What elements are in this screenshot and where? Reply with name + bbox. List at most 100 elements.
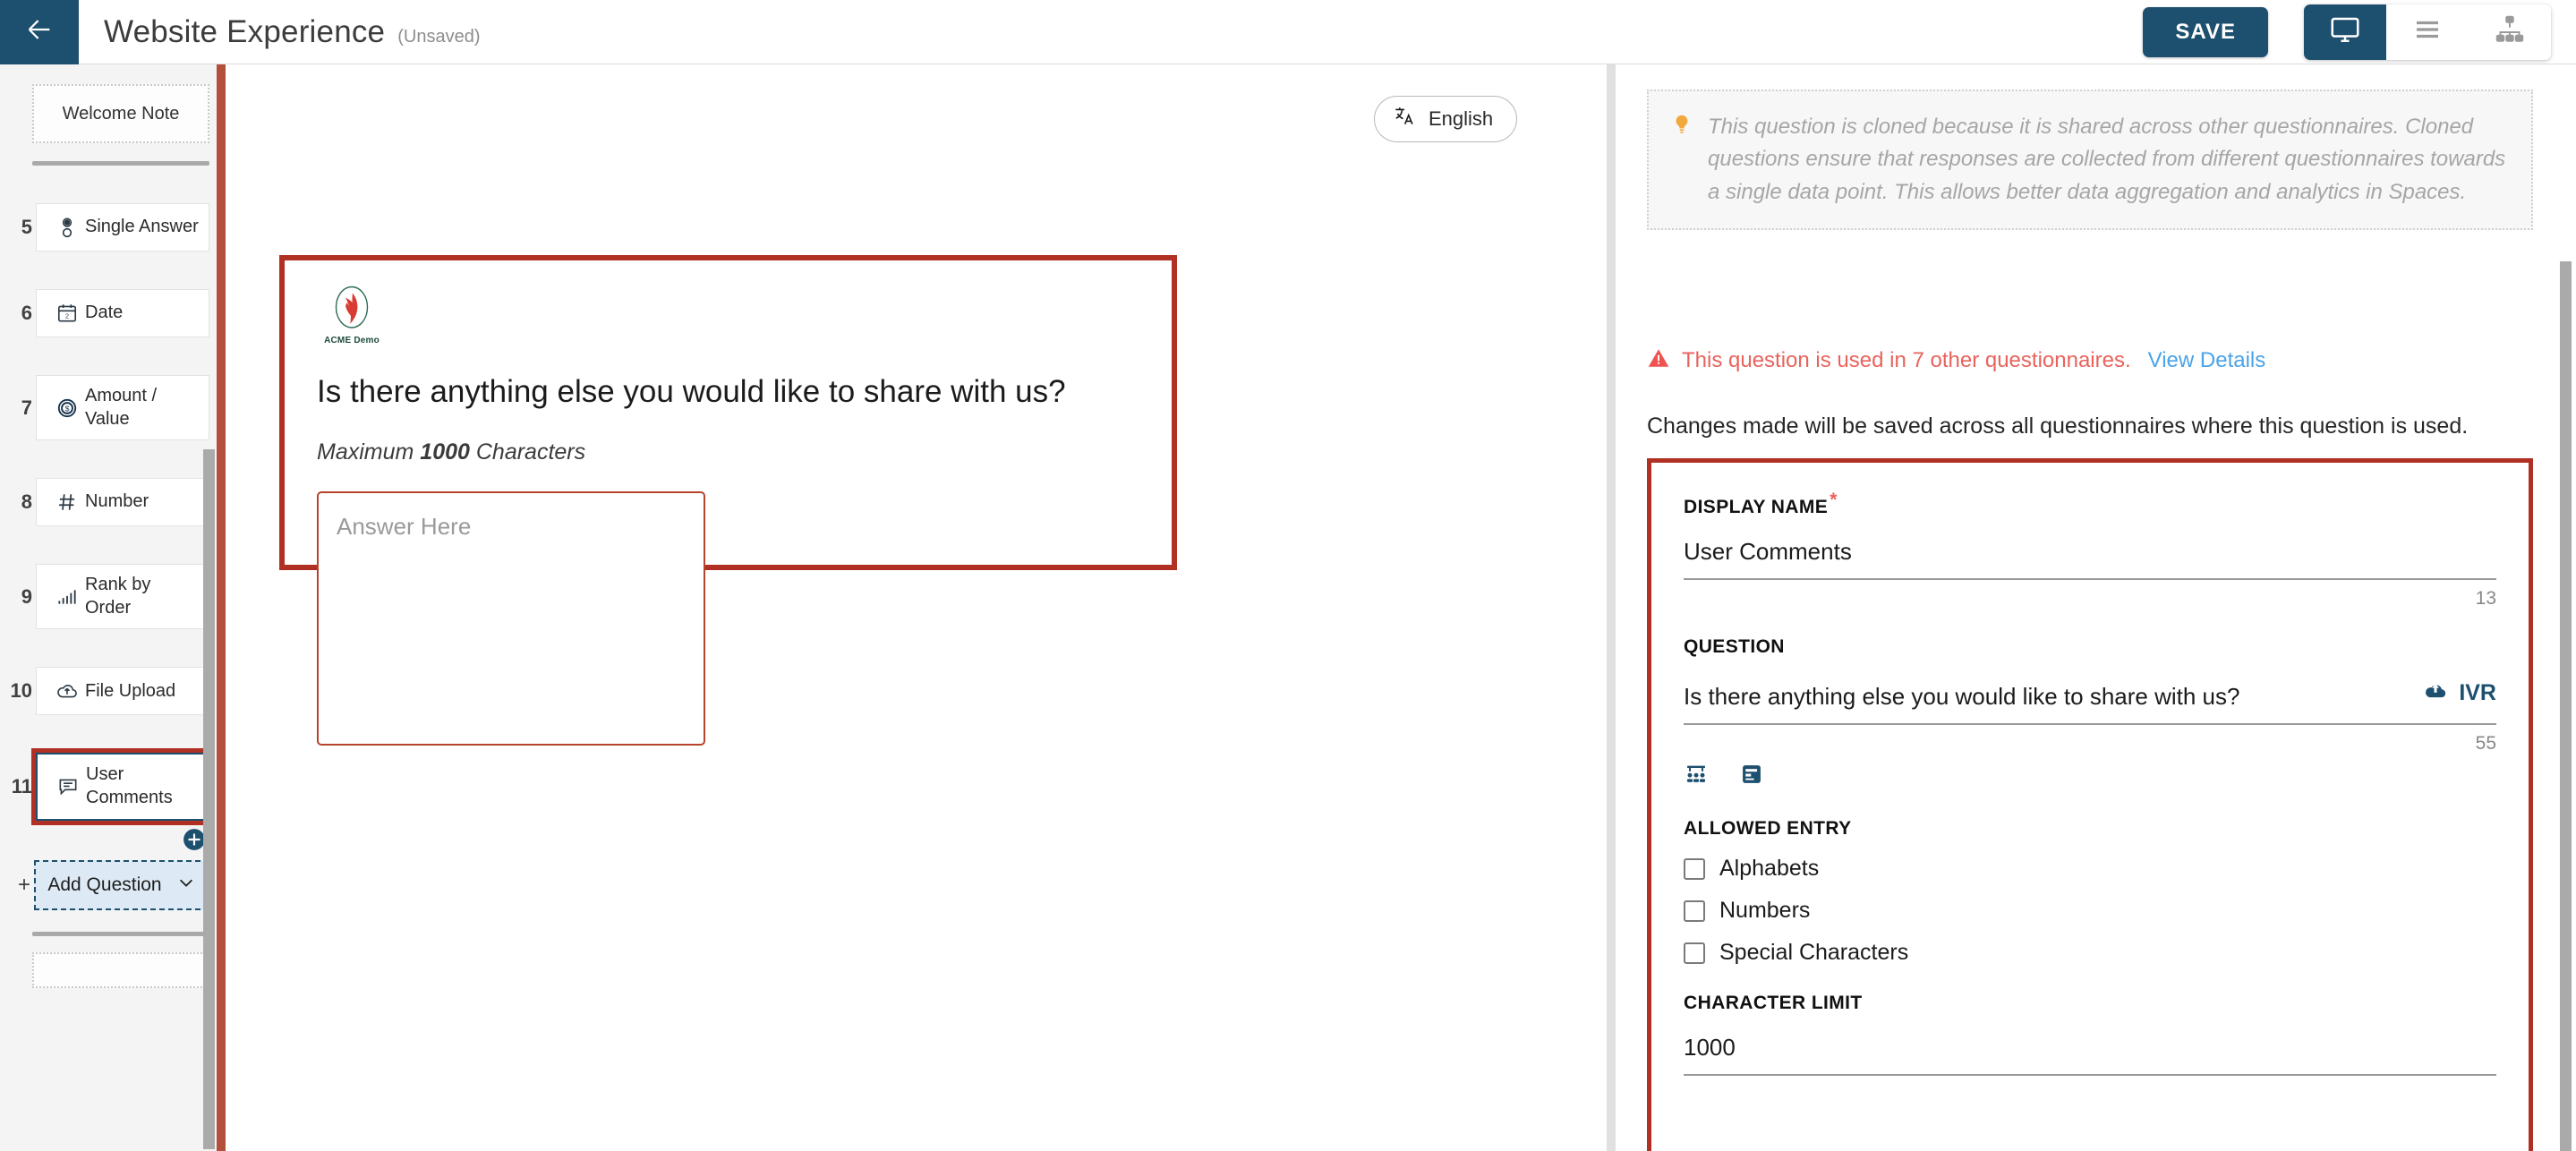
- sidebar-scrollbar[interactable]: [203, 449, 215, 1149]
- sidebar-item-end-note[interactable]: [32, 951, 209, 988]
- usage-warning-text: This question is used in 7 other questio…: [1682, 347, 2131, 372]
- language-label: English: [1429, 107, 1494, 130]
- page-title: Website Experience: [104, 13, 386, 49]
- svg-text:2: 2: [65, 311, 69, 320]
- checkbox-special-characters[interactable]: [1684, 942, 1705, 964]
- checkbox-row-numbers[interactable]: Numbers: [1684, 898, 2496, 924]
- checkbox-row-alphabets[interactable]: Alphabets: [1684, 856, 2496, 882]
- ivr-label: IVR: [2459, 680, 2496, 705]
- preview-hint: Maximum 1000 Characters: [317, 439, 585, 465]
- character-limit-section: CHARACTER LIMIT 1000: [1684, 993, 2496, 1076]
- character-limit-value: 1000: [1684, 1034, 1736, 1061]
- view-mode-flow-view[interactable]: [2469, 4, 2551, 60]
- sidebar-item-amount-value[interactable]: $ Amount / Value: [36, 375, 209, 441]
- title-group: Website Experience (Unsaved): [104, 14, 481, 50]
- question-number: 10: [10, 679, 32, 703]
- sidebar-item-file-upload[interactable]: File Upload: [36, 667, 209, 716]
- question-input[interactable]: Is there anything else you would like to…: [1684, 678, 2496, 725]
- ivr-button[interactable]: IVR: [2423, 678, 2496, 711]
- display-name-input[interactable]: User Comments: [1684, 538, 2496, 580]
- list-item: 8 Number: [0, 478, 226, 527]
- sidebar-item-welcome-note[interactable]: Welcome Note: [32, 84, 209, 143]
- checkbox-alphabets[interactable]: [1684, 857, 1705, 880]
- question-sidebar: Welcome Note 5 Single Answer 6 2 Date 7 …: [0, 64, 226, 1151]
- question-number: 5: [21, 216, 32, 238]
- preview-answer-textarea[interactable]: Answer Here: [317, 491, 705, 746]
- question-number: 8: [21, 490, 32, 514]
- sidebar-highlight-strip: [217, 64, 226, 1151]
- arrow-left-icon: [24, 14, 55, 49]
- svg-text:$: $: [65, 404, 70, 413]
- add-question-row: + Add Question: [0, 859, 226, 910]
- question-label: QUESTION: [1684, 636, 1785, 657]
- coin-dollar-icon: $: [49, 396, 85, 420]
- settings-panel-scrollbar[interactable]: [2560, 261, 2572, 1151]
- view-mode-group: [2304, 4, 2551, 60]
- save-button[interactable]: SAVE: [2143, 6, 2268, 57]
- sidebar-divider-bottom: [32, 931, 209, 936]
- preview-area: English ACME Demo Is there anything else…: [228, 64, 1607, 1151]
- sidebar-item-label: Single Answer: [85, 217, 199, 237]
- question-section: QUESTION Is there anything else you woul…: [1684, 636, 2496, 791]
- checkbox-numbers[interactable]: [1684, 899, 1705, 922]
- question-form: DISPLAY NAME* User Comments 13 QUESTION …: [1647, 458, 2533, 1151]
- question-char-count: 55: [2475, 733, 2496, 754]
- required-marker: *: [1830, 490, 1838, 510]
- sidebar-item-label: User Comments: [86, 764, 173, 807]
- view-details-link[interactable]: View Details: [2148, 348, 2266, 373]
- question-number: 9: [21, 584, 32, 608]
- checkbox-label: Special Characters: [1719, 940, 1909, 965]
- list-item: 7 $ Amount / Value: [0, 375, 226, 441]
- hash-icon: [49, 490, 85, 514]
- display-name-label-text: DISPLAY NAME: [1684, 497, 1829, 517]
- checkbox-label: Alphabets: [1719, 856, 1820, 881]
- translate-icon: [1393, 105, 1416, 133]
- sidebar-item-date[interactable]: 2 Date: [36, 289, 209, 337]
- usage-warning: This question is used in 7 other questio…: [1647, 346, 2265, 374]
- question-number: 11: [11, 774, 32, 797]
- bar-chart-icon: [49, 585, 85, 609]
- question-preview-card: ACME Demo Is there anything else you wou…: [279, 255, 1177, 746]
- list-item: 6 2 Date: [0, 289, 226, 337]
- character-limit-input[interactable]: 1000: [1684, 1034, 2496, 1076]
- list-item: 5 Single Answer: [0, 203, 226, 252]
- save-scope-note: Changes made will be saved across all qu…: [1647, 414, 2469, 439]
- question-settings-panel: This question is cloned because it is sh…: [1616, 64, 2576, 1151]
- display-name-char-count: 13: [2475, 588, 2496, 609]
- hamburger-icon: [2411, 13, 2444, 50]
- save-status: (Unsaved): [397, 26, 481, 47]
- view-mode-desktop-preview[interactable]: [2304, 4, 2386, 60]
- chevron-down-icon: [176, 873, 196, 898]
- checkbox-row-special-characters[interactable]: Special Characters: [1684, 940, 2496, 966]
- calendar-icon: 2: [49, 302, 85, 325]
- sidebar-item-rank-by-order[interactable]: Rank by Order: [36, 564, 209, 630]
- form-layout-icon[interactable]: [1739, 762, 1764, 791]
- tip-text: This question is cloned because it is sh…: [1708, 115, 2506, 204]
- list-item: 11 User Comments: [0, 748, 226, 825]
- acme-logo-icon: [319, 284, 385, 334]
- warning-triangle-icon: [1647, 346, 1670, 374]
- view-mode-list-view[interactable]: [2386, 4, 2469, 60]
- hint-prefix: Maximum: [317, 439, 421, 465]
- question-number: 7: [21, 396, 32, 419]
- header-actions: SAVE: [2143, 4, 2576, 60]
- radio-button-icon: [49, 216, 85, 239]
- language-selector[interactable]: English: [1374, 96, 1518, 142]
- sidebar-item-user-comments[interactable]: User Comments: [31, 748, 214, 825]
- audience-icon[interactable]: [1684, 762, 1709, 791]
- brand-logo: ACME Demo: [319, 284, 385, 345]
- back-button[interactable]: [0, 0, 79, 64]
- display-name-value: User Comments: [1684, 538, 1852, 565]
- sidebar-divider-top: [32, 161, 209, 166]
- answer-placeholder: Answer Here: [337, 513, 472, 540]
- list-item: 9 Rank by Order: [0, 564, 226, 630]
- preview-question-text: Is there anything else you would like to…: [317, 374, 1066, 409]
- app-header: Website Experience (Unsaved) SAVE: [0, 0, 2576, 64]
- sidebar-item-number[interactable]: Number: [36, 478, 209, 527]
- hint-value: 1000: [420, 439, 470, 465]
- add-question-button[interactable]: Add Question: [34, 859, 209, 910]
- character-limit-label: CHARACTER LIMIT: [1684, 993, 1863, 1013]
- sidebar-item-single-answer[interactable]: Single Answer: [36, 203, 209, 252]
- sitemap-icon: [2494, 13, 2526, 50]
- question-number: 6: [21, 302, 32, 324]
